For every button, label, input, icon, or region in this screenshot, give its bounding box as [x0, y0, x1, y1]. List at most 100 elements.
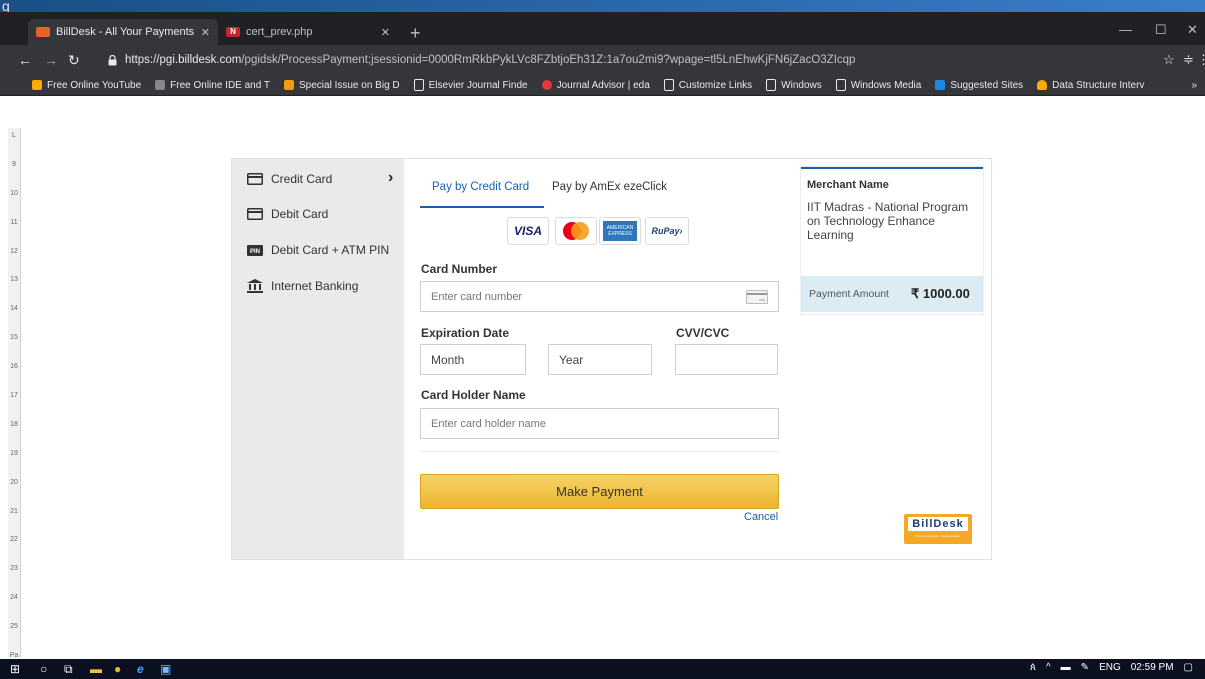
- chrome-icon[interactable]: ●: [114, 662, 121, 676]
- bookmarks-bar: Free Online YouTube Free Online IDE and …: [0, 75, 1205, 96]
- cvv-input[interactable]: [675, 344, 778, 375]
- more-bookmarks-icon[interactable]: »: [1191, 80, 1197, 91]
- card-number-placeholder: Enter card number: [431, 290, 523, 303]
- method-debit-atm-pin[interactable]: PIN Debit Card + ATM PIN: [232, 232, 404, 268]
- windows-taskbar: ⊞ ○ ⧉ ▬ ● e ▣ ጰ ^ ▬ ✎ ENG 02:59 PM ▢: [0, 659, 1205, 679]
- ruler-tick: 9: [12, 161, 16, 168]
- back-icon[interactable]: ←: [18, 52, 32, 68]
- close-tab-icon[interactable]: ✕: [381, 26, 390, 39]
- journal-icon: [284, 80, 295, 90]
- forward-icon[interactable]: →: [44, 52, 58, 68]
- task-view-icon[interactable]: ⧉: [64, 662, 73, 677]
- cancel-link[interactable]: Cancel: [744, 511, 778, 523]
- file-explorer-icon[interactable]: ▬: [90, 662, 102, 676]
- svg-text:PIN: PIN: [250, 249, 260, 255]
- bookmark-label: Free Online IDE and T: [170, 79, 271, 91]
- method-label: Credit Card: [271, 172, 333, 186]
- bookmark-item[interactable]: Elsevier Journal Finde: [413, 79, 528, 91]
- page-icon: [766, 79, 777, 91]
- bookmark-star-icon[interactable]: ☆: [1163, 52, 1175, 68]
- url-host: pgi.billdesk.com: [159, 54, 242, 66]
- billdesk-favicon-icon: [36, 27, 50, 37]
- bookmark-item[interactable]: Free Online YouTube: [32, 80, 141, 91]
- bookmark-item[interactable]: Windows: [766, 79, 822, 91]
- ruler-tick: 13: [10, 276, 18, 283]
- search-icon[interactable]: ○: [40, 662, 47, 676]
- chevron-up-icon[interactable]: ^: [1046, 662, 1051, 673]
- pen-icon[interactable]: ✎: [1081, 662, 1089, 673]
- close-tab-icon[interactable]: ✕: [201, 26, 210, 39]
- window-top-strip: g: [0, 0, 1205, 13]
- month-select[interactable]: Month: [420, 344, 526, 375]
- card-number-input[interactable]: Enter card number: [420, 281, 779, 312]
- method-debit-card[interactable]: Debit Card: [232, 196, 404, 232]
- reload-icon[interactable]: ↻: [68, 52, 80, 69]
- month-placeholder: Month: [431, 352, 465, 367]
- year-placeholder: Year: [559, 352, 584, 367]
- merchant-name: IIT Madras - National Program on Technol…: [807, 200, 969, 242]
- cvv-label: CVV/CVC: [676, 326, 730, 340]
- make-payment-button[interactable]: Make Payment: [420, 474, 779, 509]
- mastercard-circles-icon: [563, 222, 589, 240]
- tab-cert-prev[interactable]: N cert_prev.php ✕: [218, 19, 398, 45]
- bookmark-label: Journal Advisor | eda: [556, 79, 650, 91]
- new-tab-button[interactable]: +: [410, 23, 421, 44]
- payment-amount-bar: Payment Amount ₹ 1000.00: [801, 276, 983, 312]
- windows-start-icon[interactable]: ⊞: [10, 662, 20, 676]
- ruler-tick: L: [12, 132, 16, 139]
- extension-icon[interactable]: ≑: [1183, 52, 1194, 68]
- tab-pay-by-amex-ezeclick[interactable]: Pay by AmEx ezeClick: [552, 181, 667, 193]
- app-icon[interactable]: ▣: [160, 662, 171, 676]
- maximize-icon[interactable]: ☐: [1155, 22, 1167, 38]
- bookmark-label: Special Issue on Big D: [299, 79, 400, 91]
- bookmark-item[interactable]: Special Issue on Big D: [284, 80, 400, 91]
- bookmark-item[interactable]: Customize Links: [663, 79, 752, 91]
- method-label: Internet Banking: [271, 279, 359, 293]
- minimize-icon[interactable]: —: [1119, 22, 1132, 37]
- clock[interactable]: 02:59 PM: [1131, 662, 1174, 673]
- chevron-right-icon: ›: [388, 169, 394, 186]
- address-bar[interactable]: https://pgi.billdesk.com/pgidsk/ProcessP…: [108, 49, 1148, 71]
- page-icon: [835, 79, 846, 91]
- active-tab-underline: [420, 206, 544, 208]
- amex-badge: AMERICAN EXPRESS: [603, 221, 637, 241]
- battery-icon[interactable]: ▬: [1061, 662, 1071, 673]
- method-credit-card[interactable]: Credit Card: [232, 161, 404, 197]
- people-icon[interactable]: ጰ: [1030, 662, 1036, 673]
- edge-icon[interactable]: e: [137, 662, 144, 676]
- amex-logo: AMERICAN EXPRESS: [599, 217, 641, 245]
- ruler-tick: 23: [10, 565, 18, 572]
- method-label: Debit Card: [271, 207, 329, 221]
- close-window-icon[interactable]: ✕: [1187, 22, 1198, 38]
- browser-toolbar: ← → ↻ https://pgi.billdesk.com/pgidsk/Pr…: [0, 45, 1205, 75]
- payment-panel: Credit Card › Debit Card PIN Debit Card …: [231, 158, 992, 560]
- method-internet-banking[interactable]: Internet Banking: [232, 268, 404, 304]
- bookmark-item[interactable]: Windows Media: [835, 79, 921, 91]
- bookmark-item[interactable]: Journal Advisor | eda: [541, 79, 650, 91]
- ruler-tick: 17: [10, 392, 18, 399]
- credit-card-icon: [247, 173, 263, 185]
- card-holder-name-input[interactable]: Enter card holder name: [420, 408, 779, 439]
- notifications-icon[interactable]: ▢: [1184, 662, 1193, 673]
- bookmark-item[interactable]: Data Structure Interv: [1037, 80, 1144, 91]
- bing-icon: [935, 80, 946, 90]
- bookmark-item[interactable]: Free Online IDE and T: [155, 80, 270, 91]
- tab-billdesk[interactable]: BillDesk - All Your Payments. Sing ✕: [28, 19, 218, 45]
- ruler-tick: 24: [10, 594, 18, 601]
- lock-icon: [108, 54, 117, 65]
- merchant-name-label: Merchant Name: [807, 179, 889, 191]
- year-select[interactable]: Year: [548, 344, 652, 375]
- ruler-tick: 11: [10, 219, 18, 226]
- card-type-icon: [746, 290, 768, 304]
- menu-icon[interactable]: ⋮: [1197, 52, 1205, 68]
- browser-tab-bar: BillDesk - All Your Payments. Sing ✕ N c…: [0, 12, 1205, 45]
- url-path: /pgidsk/ProcessPayment;jsessionid=0000Rm…: [241, 54, 856, 66]
- ruler-tick: 25: [10, 623, 18, 630]
- ruler-tick: 18: [10, 421, 18, 428]
- bookmark-item[interactable]: Suggested Sites: [935, 80, 1023, 91]
- payment-method-nav: Credit Card › Debit Card PIN Debit Card …: [232, 159, 404, 559]
- ruler-tick: 14: [10, 305, 18, 312]
- language-indicator[interactable]: ENG: [1099, 662, 1121, 673]
- ruler-tick: 12: [10, 248, 18, 255]
- tab-pay-by-credit-card[interactable]: Pay by Credit Card: [432, 181, 529, 193]
